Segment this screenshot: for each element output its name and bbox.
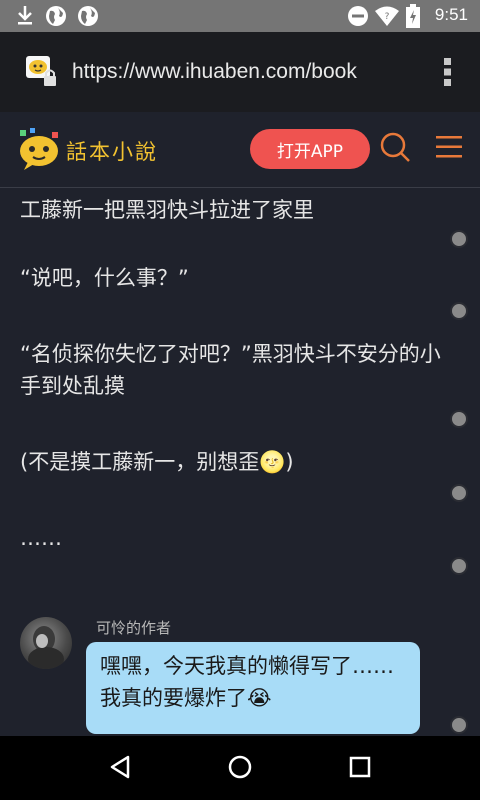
- story-paragraph-text: (不是摸工藤新一，别想歪: [20, 450, 260, 474]
- recents-icon[interactable]: [348, 754, 372, 780]
- url-text[interactable]: https://www.ihuaben.com/book: [72, 60, 402, 84]
- globe-icon: [78, 6, 98, 26]
- home-icon[interactable]: [227, 754, 253, 780]
- back-icon[interactable]: [108, 754, 132, 780]
- globe-icon: [46, 6, 66, 26]
- site-header: 話本小說 打开APP: [0, 112, 480, 188]
- open-app-button[interactable]: 打开APP: [250, 129, 370, 169]
- search-icon[interactable]: [378, 130, 412, 164]
- story-paragraph: (不是摸工藤新一，别想歪🌝): [20, 446, 450, 478]
- browser-url-bar[interactable]: https://www.ihuaben.com/book: [0, 32, 480, 112]
- paragraph-comment-dot[interactable]: [450, 716, 468, 734]
- paragraph-comment-dot[interactable]: [450, 484, 468, 502]
- avatar-image: [28, 626, 64, 669]
- story-paragraph: “说吧，什么事？”: [20, 266, 189, 290]
- paragraph-comment-dot[interactable]: [450, 410, 468, 428]
- site-logo-text[interactable]: 話本小說: [66, 136, 158, 166]
- story-paragraph: 工藤新一把黑羽快斗拉进了家里: [20, 198, 314, 222]
- system-nav-bar: [0, 736, 480, 800]
- download-icon: [18, 6, 32, 25]
- paragraph-comment-dot[interactable]: [450, 230, 468, 248]
- author-comment-bubble: 嘿嘿，今天我真的懒得写了……我真的要爆炸了😭: [86, 642, 420, 734]
- more-vertical-icon[interactable]: [438, 56, 458, 88]
- full-moon-face-emoji: 🌝: [259, 450, 286, 474]
- battery-icon: [406, 4, 420, 28]
- paragraph-comment-dot[interactable]: [450, 557, 468, 575]
- hamburger-menu-icon[interactable]: [434, 132, 464, 162]
- author-name: 可怜的作者: [96, 619, 172, 637]
- story-paragraph: ……: [20, 526, 62, 550]
- do-not-disturb-icon: [348, 6, 368, 26]
- status-bar: ? 9:51: [0, 0, 480, 32]
- crying-face-emoji: 😭: [247, 686, 272, 710]
- paragraph-comment-dot[interactable]: [450, 302, 468, 320]
- wifi-icon: ?: [375, 6, 399, 26]
- status-time: 9:51: [434, 5, 468, 24]
- author-avatar[interactable]: [20, 617, 72, 669]
- story-paragraph: “名侦探你失忆了对吧？”黑羽快斗不安分的小手到处乱摸: [20, 342, 441, 398]
- story-paragraph-close: ): [285, 450, 294, 474]
- site-logo-icon[interactable]: [16, 126, 62, 172]
- svg-text:?: ?: [385, 12, 390, 22]
- site-favicon-icon: [26, 56, 56, 86]
